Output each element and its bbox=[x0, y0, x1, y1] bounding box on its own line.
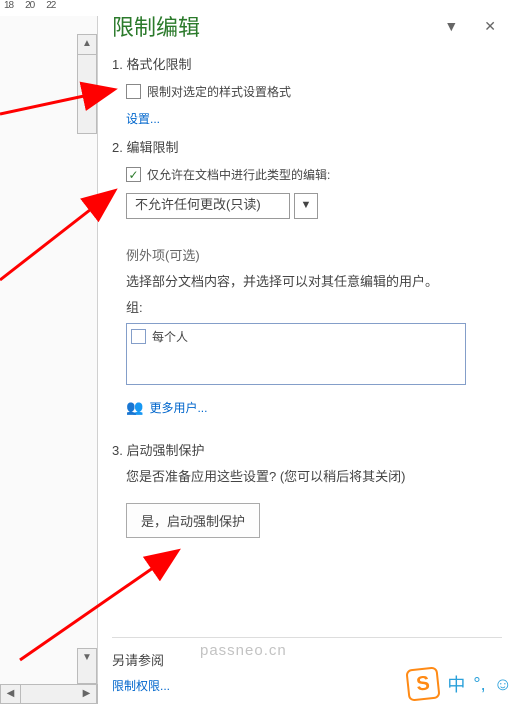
everyone-label: 每个人 bbox=[152, 328, 188, 345]
everyone-checkbox[interactable] bbox=[131, 329, 146, 344]
section-3-body: 您是否准备应用这些设置? (您可以稍后将其关闭) bbox=[126, 467, 502, 487]
scroll-right-icon[interactable]: ▶ bbox=[77, 685, 97, 703]
allow-edit-type-label: 仅允许在文档中进行此类型的编辑: bbox=[147, 166, 330, 183]
exceptions-text: 选择部分文档内容，并选择可以对其任意编辑的用户。 bbox=[126, 272, 502, 292]
ime-toolbar: S 中 °, ☺ bbox=[407, 666, 516, 702]
ime-lang[interactable]: 中 bbox=[447, 671, 465, 697]
scroll-left-icon[interactable]: ◀ bbox=[1, 685, 21, 703]
scroll-up-icon[interactable]: ▲ bbox=[78, 35, 96, 55]
start-enforcement-button[interactable]: 是，启动强制保护 bbox=[126, 503, 260, 538]
users-icon: 👥 bbox=[126, 399, 143, 416]
sogou-icon[interactable]: S bbox=[406, 666, 441, 701]
exceptions-head: 例外项(可选) bbox=[126, 245, 502, 264]
more-users-link[interactable]: 更多用户... bbox=[149, 399, 207, 416]
close-icon[interactable]: ✕ bbox=[484, 18, 496, 35]
watermark-text: passneo.cn bbox=[200, 642, 287, 659]
edit-type-dropdown[interactable]: 不允许任何更改(只读) bbox=[126, 193, 290, 219]
group-label: 组: bbox=[126, 298, 502, 318]
allow-edit-type-checkbox[interactable] bbox=[126, 167, 141, 182]
vertical-scrollbar[interactable]: ▲ bbox=[77, 34, 97, 134]
pane-options-icon[interactable]: ▼ bbox=[444, 18, 458, 35]
section-1-head: 1. 格式化限制 bbox=[112, 54, 502, 73]
horizontal-scrollbar[interactable]: ◀ ▶ bbox=[0, 684, 98, 704]
section-3-head: 3. 启动强制保护 bbox=[112, 440, 502, 459]
ime-emoji-icon[interactable]: ☺ bbox=[494, 674, 512, 695]
settings-link[interactable]: 设置... bbox=[126, 110, 160, 127]
section-2-head: 2. 编辑限制 bbox=[112, 137, 502, 156]
limit-formatting-label: 限制对选定的样式设置格式 bbox=[147, 83, 291, 100]
scroll-down-icon[interactable]: ▼ bbox=[77, 648, 97, 684]
horizontal-ruler: 18 20 22 bbox=[0, 0, 70, 16]
groups-listbox[interactable]: 每个人 bbox=[126, 323, 466, 385]
limit-formatting-checkbox[interactable] bbox=[126, 84, 141, 99]
restrict-editing-pane: 限制编辑 ▼ ✕ 1. 格式化限制 限制对选定的样式设置格式 设置... 2. … bbox=[98, 0, 516, 704]
document-area: ▲ ▼ ◀ ▶ bbox=[0, 16, 98, 704]
pane-title: 限制编辑 bbox=[112, 10, 200, 42]
restrict-permission-link[interactable]: 限制权限... bbox=[112, 679, 170, 693]
dropdown-arrow-icon[interactable]: ▼ bbox=[294, 193, 318, 219]
ime-punct[interactable]: °, bbox=[473, 674, 485, 695]
